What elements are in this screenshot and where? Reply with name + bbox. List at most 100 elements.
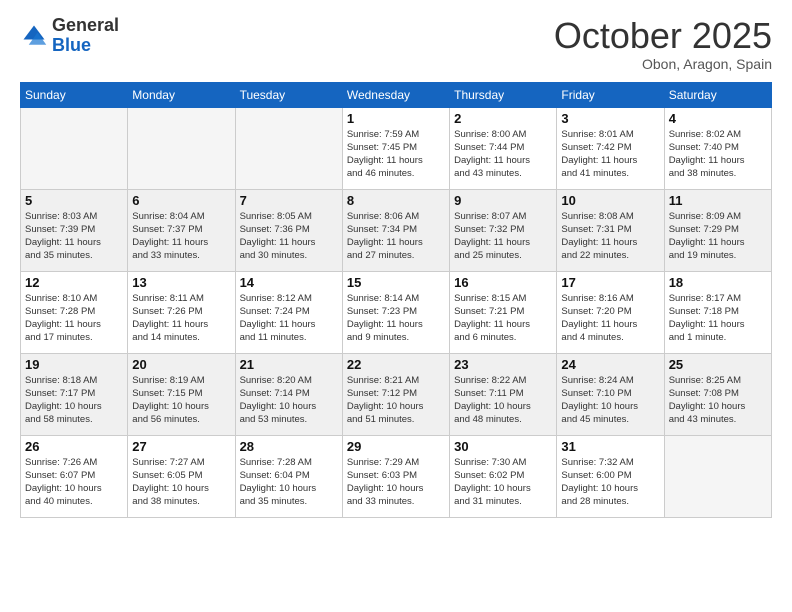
table-row: 3Sunrise: 8:01 AMSunset: 7:42 PMDaylight… xyxy=(557,107,664,189)
table-row: 20Sunrise: 8:19 AMSunset: 7:15 PMDayligh… xyxy=(128,353,235,435)
day-info: Sunrise: 8:25 AMSunset: 7:08 PMDaylight:… xyxy=(669,374,767,427)
day-info: Sunrise: 8:14 AMSunset: 7:23 PMDaylight:… xyxy=(347,292,445,345)
table-row: 11 Sunrise: 8:09 AMSunset: 7:29 PMDayligh… xyxy=(664,189,771,271)
table-row: 22 Sunrise: 8:21 AMSunset: 7:12 PMDayligh… xyxy=(342,353,449,435)
day-number: 11 xyxy=(669,193,767,208)
col-saturday: Saturday xyxy=(664,82,771,107)
table-row xyxy=(664,435,771,517)
table-row: 4Sunrise: 8:02 AMSunset: 7:40 PMDaylight… xyxy=(664,107,771,189)
day-info: Sunrise: 8:05 AMSunset: 7:36 PMDaylight:… xyxy=(240,210,338,263)
month-title: October 2025 xyxy=(554,16,772,56)
day-number: 29 xyxy=(347,439,445,454)
table-row: 31Sunrise: 7:32 AMSunset: 6:00 PMDayligh… xyxy=(557,435,664,517)
day-info: Sunrise: 7:59 AMSunset: 7:45 PMDaylight:… xyxy=(347,128,445,181)
day-number: 27 xyxy=(132,439,230,454)
day-info: Sunrise: 7:27 AMSunset: 6:05 PMDaylight:… xyxy=(132,456,230,509)
col-monday: Monday xyxy=(128,82,235,107)
calendar-week-5: 26 Sunrise: 7:26 AMSunset: 6:07 PMDayligh… xyxy=(21,435,772,517)
calendar-table: Sunday Monday Tuesday Wednesday Thursday… xyxy=(20,82,772,518)
col-wednesday: Wednesday xyxy=(342,82,449,107)
day-number: 8 xyxy=(347,193,445,208)
calendar-header-row: Sunday Monday Tuesday Wednesday Thursday… xyxy=(21,82,772,107)
table-row: 1 Sunrise: 7:59 AMSunset: 7:45 PMDaylight… xyxy=(342,107,449,189)
col-thursday: Thursday xyxy=(450,82,557,107)
day-number: 14 xyxy=(240,275,338,290)
table-row: 24Sunrise: 8:24 AMSunset: 7:10 PMDayligh… xyxy=(557,353,664,435)
day-number: 9 xyxy=(454,193,552,208)
day-number: 2 xyxy=(454,111,552,126)
col-sunday: Sunday xyxy=(21,82,128,107)
table-row: 23 Sunrise: 8:22 AMSunset: 7:11 PMDayligh… xyxy=(450,353,557,435)
day-number: 20 xyxy=(132,357,230,372)
day-info: Sunrise: 8:00 AMSunset: 7:44 PMDaylight:… xyxy=(454,128,552,181)
col-tuesday: Tuesday xyxy=(235,82,342,107)
table-row: 25 Sunrise: 8:25 AMSunset: 7:08 PMDayligh… xyxy=(664,353,771,435)
day-info: Sunrise: 8:12 AMSunset: 7:24 PMDaylight:… xyxy=(240,292,338,345)
day-info: Sunrise: 8:07 AMSunset: 7:32 PMDaylight:… xyxy=(454,210,552,263)
day-info: Sunrise: 8:15 AMSunset: 7:21 PMDaylight:… xyxy=(454,292,552,345)
table-row xyxy=(235,107,342,189)
day-number: 10 xyxy=(561,193,659,208)
day-info: Sunrise: 8:20 AMSunset: 7:14 PMDaylight:… xyxy=(240,374,338,427)
table-row: 12Sunrise: 8:10 AMSunset: 7:28 PMDayligh… xyxy=(21,271,128,353)
day-info: Sunrise: 8:08 AMSunset: 7:31 PMDaylight:… xyxy=(561,210,659,263)
day-number: 19 xyxy=(25,357,123,372)
day-info: Sunrise: 8:22 AMSunset: 7:11 PMDaylight:… xyxy=(454,374,552,427)
day-number: 23 xyxy=(454,357,552,372)
table-row: 14 Sunrise: 8:12 AMSunset: 7:24 PMDayligh… xyxy=(235,271,342,353)
day-info: Sunrise: 8:03 AMSunset: 7:39 PMDaylight:… xyxy=(25,210,123,263)
day-number: 1 xyxy=(347,111,445,126)
title-block: October 2025 Obon, Aragon, Spain xyxy=(554,16,772,72)
table-row: 9 Sunrise: 8:07 AMSunset: 7:32 PMDaylight… xyxy=(450,189,557,271)
header: General Blue October 2025 Obon, Aragon, … xyxy=(20,16,772,72)
day-number: 17 xyxy=(561,275,659,290)
page: General Blue October 2025 Obon, Aragon, … xyxy=(0,0,792,612)
table-row: 28 Sunrise: 7:28 AMSunset: 6:04 PMDayligh… xyxy=(235,435,342,517)
day-number: 22 xyxy=(347,357,445,372)
table-row: 2 Sunrise: 8:00 AMSunset: 7:44 PMDaylight… xyxy=(450,107,557,189)
day-info: Sunrise: 8:09 AMSunset: 7:29 PMDaylight:… xyxy=(669,210,767,263)
day-info: Sunrise: 8:04 AMSunset: 7:37 PMDaylight:… xyxy=(132,210,230,263)
calendar-week-2: 5 Sunrise: 8:03 AMSunset: 7:39 PMDaylight… xyxy=(21,189,772,271)
day-number: 4 xyxy=(669,111,767,126)
table-row: 19 Sunrise: 8:18 AMSunset: 7:17 PMDayligh… xyxy=(21,353,128,435)
day-number: 12 xyxy=(25,275,123,290)
day-number: 6 xyxy=(132,193,230,208)
day-info: Sunrise: 7:26 AMSunset: 6:07 PMDaylight:… xyxy=(25,456,123,509)
table-row: 18 Sunrise: 8:17 AMSunset: 7:18 PMDayligh… xyxy=(664,271,771,353)
table-row: 10 Sunrise: 8:08 AMSunset: 7:31 PMDayligh… xyxy=(557,189,664,271)
table-row: 21Sunrise: 8:20 AMSunset: 7:14 PMDayligh… xyxy=(235,353,342,435)
day-number: 25 xyxy=(669,357,767,372)
day-number: 26 xyxy=(25,439,123,454)
table-row: 29 Sunrise: 7:29 AMSunset: 6:03 PMDayligh… xyxy=(342,435,449,517)
day-number: 13 xyxy=(132,275,230,290)
table-row: 8Sunrise: 8:06 AMSunset: 7:34 PMDaylight… xyxy=(342,189,449,271)
day-info: Sunrise: 7:29 AMSunset: 6:03 PMDaylight:… xyxy=(347,456,445,509)
table-row xyxy=(128,107,235,189)
day-info: Sunrise: 8:21 AMSunset: 7:12 PMDaylight:… xyxy=(347,374,445,427)
day-number: 3 xyxy=(561,111,659,126)
logo: General Blue xyxy=(20,16,119,56)
logo-general-text: General xyxy=(52,15,119,35)
day-number: 28 xyxy=(240,439,338,454)
day-number: 7 xyxy=(240,193,338,208)
table-row: 15Sunrise: 8:14 AMSunset: 7:23 PMDayligh… xyxy=(342,271,449,353)
table-row: 26 Sunrise: 7:26 AMSunset: 6:07 PMDayligh… xyxy=(21,435,128,517)
day-number: 5 xyxy=(25,193,123,208)
day-info: Sunrise: 8:17 AMSunset: 7:18 PMDaylight:… xyxy=(669,292,767,345)
table-row: 16Sunrise: 8:15 AMSunset: 7:21 PMDayligh… xyxy=(450,271,557,353)
day-info: Sunrise: 8:11 AMSunset: 7:26 PMDaylight:… xyxy=(132,292,230,345)
day-info: Sunrise: 8:18 AMSunset: 7:17 PMDaylight:… xyxy=(25,374,123,427)
day-number: 24 xyxy=(561,357,659,372)
logo-blue-text: Blue xyxy=(52,35,91,55)
day-info: Sunrise: 8:16 AMSunset: 7:20 PMDaylight:… xyxy=(561,292,659,345)
calendar-week-3: 12Sunrise: 8:10 AMSunset: 7:28 PMDayligh… xyxy=(21,271,772,353)
table-row: 17 Sunrise: 8:16 AMSunset: 7:20 PMDayligh… xyxy=(557,271,664,353)
col-friday: Friday xyxy=(557,82,664,107)
logo-icon xyxy=(20,22,48,50)
day-number: 18 xyxy=(669,275,767,290)
day-number: 30 xyxy=(454,439,552,454)
table-row: 5 Sunrise: 8:03 AMSunset: 7:39 PMDaylight… xyxy=(21,189,128,271)
day-info: Sunrise: 7:28 AMSunset: 6:04 PMDaylight:… xyxy=(240,456,338,509)
table-row: 27 Sunrise: 7:27 AMSunset: 6:05 PMDayligh… xyxy=(128,435,235,517)
